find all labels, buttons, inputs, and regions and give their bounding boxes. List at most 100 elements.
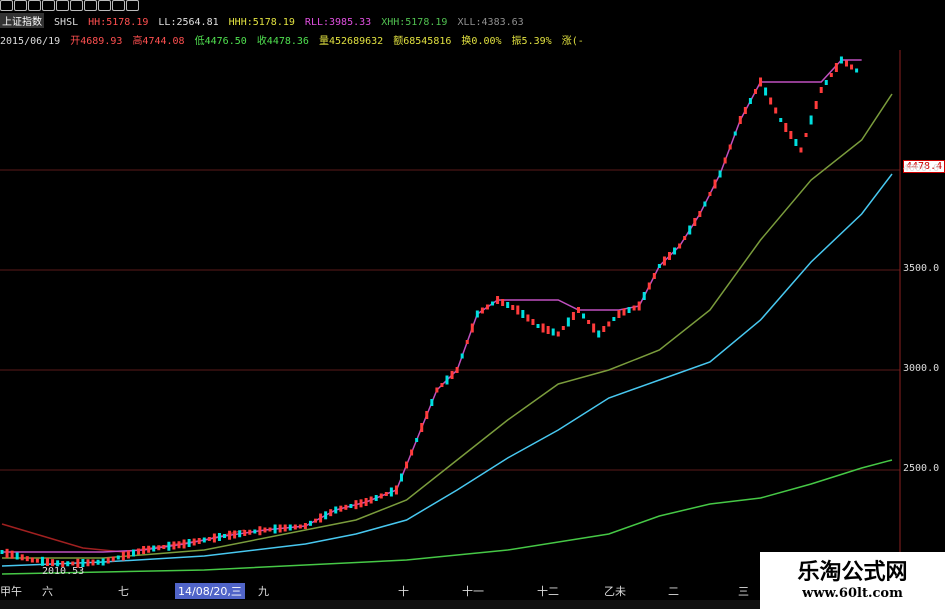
tool-icon[interactable] <box>112 0 125 11</box>
candle <box>850 64 854 70</box>
tool-icon[interactable] <box>98 0 111 11</box>
candle <box>278 524 282 533</box>
candle <box>814 101 818 109</box>
candle <box>743 107 747 114</box>
candle <box>536 324 540 328</box>
candle <box>420 423 424 432</box>
candle <box>167 541 171 551</box>
tool-icon[interactable] <box>14 0 27 11</box>
candle <box>728 144 732 150</box>
candle <box>0 550 4 554</box>
tool-icon[interactable] <box>28 0 41 11</box>
y-tick-label: 4000.0 <box>903 163 940 174</box>
series-line-green <box>1 459 893 575</box>
candle <box>35 558 39 563</box>
candle <box>364 498 368 506</box>
price-chart[interactable] <box>0 50 945 580</box>
tool-icon[interactable] <box>70 0 83 11</box>
candle <box>96 559 100 565</box>
candle <box>774 107 778 114</box>
candle <box>521 310 525 318</box>
candle <box>551 328 555 336</box>
toolbar <box>0 0 945 12</box>
candle <box>496 296 500 304</box>
candle <box>172 541 176 550</box>
candle <box>131 549 135 557</box>
candle <box>587 320 591 324</box>
x-tick-label: 十二 <box>537 585 559 598</box>
candle <box>126 550 130 559</box>
candle <box>298 524 302 529</box>
candle <box>571 312 575 320</box>
candle <box>612 317 616 321</box>
candle <box>15 552 19 560</box>
candle <box>425 411 429 419</box>
indicator-header: 上证指数 SHSL HH:5178.19 LL:2564.81 HHH:5178… <box>0 13 528 29</box>
hh-value: HH:5178.19 <box>88 17 149 28</box>
candle <box>657 264 661 268</box>
quote-volume: 量452689632 <box>319 36 384 47</box>
candle <box>394 485 398 495</box>
y-tick-label: 3500.0 <box>903 263 940 274</box>
quote-amount: 额68545816 <box>393 36 452 47</box>
candle <box>20 554 24 561</box>
candle <box>25 556 29 562</box>
candle <box>627 307 631 313</box>
candle <box>637 301 641 311</box>
tool-icon[interactable] <box>0 0 13 11</box>
candle <box>470 323 474 333</box>
candle <box>566 317 570 327</box>
x-tick-label: 14/08/20,三 <box>175 583 245 599</box>
candle <box>602 326 606 332</box>
candle <box>632 305 636 311</box>
quote-open: 开4689.93 <box>70 36 123 47</box>
x-tick-label: 七 <box>118 585 129 598</box>
candle <box>794 139 798 146</box>
candle <box>738 116 742 124</box>
candle <box>223 534 226 538</box>
tool-icon[interactable] <box>126 0 139 11</box>
candle <box>713 179 717 189</box>
quote-low: 低4476.50 <box>194 36 247 47</box>
candle <box>116 555 120 560</box>
candle <box>415 438 419 442</box>
candle <box>764 87 768 96</box>
candle <box>804 133 808 137</box>
quote-date: 2015/06/19 <box>0 36 61 47</box>
candle <box>359 499 363 508</box>
candle <box>339 505 343 512</box>
x-tick-label: 十 <box>398 585 409 598</box>
candle <box>344 504 348 510</box>
watermark-title: 乐淘公式网 <box>797 560 908 585</box>
quote-change: 涨(- <box>561 36 584 47</box>
candle <box>839 56 843 64</box>
candle <box>541 323 545 333</box>
candle <box>501 299 505 306</box>
candle <box>369 496 373 504</box>
tool-icon[interactable] <box>84 0 97 11</box>
candle <box>248 529 252 535</box>
tool-icon[interactable] <box>42 0 55 11</box>
quote-close: 收4478.36 <box>256 36 309 47</box>
candle <box>308 520 312 526</box>
candle <box>238 530 242 538</box>
candle <box>561 326 565 330</box>
candle <box>622 308 626 316</box>
quote-turnover: 换0.00% <box>461 36 502 47</box>
candle <box>440 383 444 387</box>
candle <box>662 256 666 266</box>
candle <box>511 305 515 310</box>
quote-high: 高4744.08 <box>132 36 185 47</box>
tool-icon[interactable] <box>56 0 69 11</box>
candle <box>516 305 520 315</box>
candle <box>592 323 596 333</box>
resistance-step-line <box>2 59 862 553</box>
candle <box>733 131 737 136</box>
candle <box>844 60 848 67</box>
candle <box>718 170 722 178</box>
candle <box>217 533 221 541</box>
candle <box>71 561 75 566</box>
candle <box>142 546 146 554</box>
candle <box>101 558 105 566</box>
candle <box>283 524 287 532</box>
